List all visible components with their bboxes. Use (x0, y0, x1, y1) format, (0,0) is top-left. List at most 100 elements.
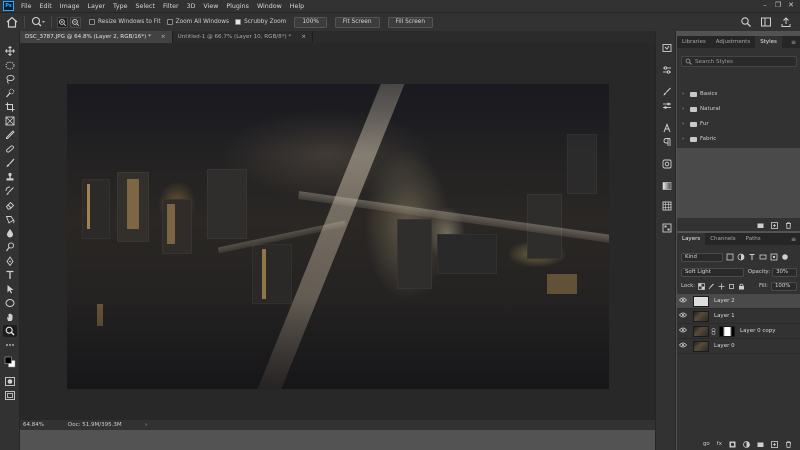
link-icon[interactable] (711, 327, 716, 335)
eyedropper-tool-icon[interactable] (3, 129, 17, 141)
layer-row-layer-0-copy[interactable]: Layer 0 copy (677, 324, 800, 339)
lock-image-icon[interactable] (708, 283, 715, 290)
zoom-out-icon[interactable] (70, 16, 81, 28)
lasso-tool-icon[interactable] (3, 73, 17, 85)
search-styles-input[interactable]: Search Styles (681, 56, 797, 67)
character-panel-icon[interactable] (661, 123, 672, 133)
lock-transparent-icon[interactable] (698, 282, 705, 290)
add-mask-icon[interactable] (729, 441, 736, 448)
scrubby-zoom-checkbox[interactable]: Scrubby Zoom (235, 19, 286, 25)
layer-row-layer-2[interactable]: Layer 2 (677, 294, 800, 309)
blur-tool-icon[interactable] (3, 227, 17, 239)
filter-toggle-icon[interactable] (781, 253, 789, 261)
edit-toolbar-icon[interactable] (3, 339, 17, 351)
photoshop-logo[interactable]: Ps (3, 1, 14, 11)
style-folder-fabric[interactable]: › Fabric (682, 134, 716, 144)
link-layers-button[interactable]: go (703, 441, 710, 447)
patterns-panel-icon[interactable] (661, 223, 672, 233)
lock-all-icon[interactable] (738, 283, 745, 290)
zoom-all-windows-checkbox[interactable]: Zoom All Windows (166, 19, 229, 25)
share-icon[interactable] (780, 16, 792, 28)
blend-mode-select[interactable]: Soft Light (681, 267, 744, 277)
menu-plugins[interactable]: Plugins (222, 3, 253, 10)
home-icon[interactable] (5, 16, 19, 28)
menu-layer[interactable]: Layer (83, 3, 109, 10)
tab-dsc-3787[interactable]: DSC_3787.JPG @ 64.8% (Layer 2, RGB/16*) … (20, 31, 173, 43)
layer-row-layer-1[interactable]: Layer 1 (677, 309, 800, 324)
type-tool-icon[interactable] (3, 269, 17, 281)
screen-mode-icon[interactable] (3, 389, 17, 401)
shape-filter-icon[interactable] (759, 253, 767, 261)
eraser-tool-icon[interactable] (3, 199, 17, 211)
gradient-tool-icon[interactable] (3, 213, 17, 225)
brush-settings-icon[interactable] (661, 87, 672, 97)
panel-menu-icon[interactable]: ≡ (791, 236, 796, 243)
menu-type[interactable]: Type (109, 3, 131, 10)
trash-icon[interactable] (785, 440, 792, 448)
menu-file[interactable]: File (17, 3, 36, 10)
hand-tool-icon[interactable] (3, 311, 17, 323)
panel-menu-icon[interactable]: ≡ (791, 39, 796, 46)
eye-icon[interactable] (677, 297, 689, 305)
close-icon[interactable]: ✕ (786, 1, 796, 10)
trash-icon[interactable] (785, 221, 792, 229)
menu-filter[interactable]: Filter (159, 3, 183, 10)
tab-styles[interactable]: Styles (755, 36, 782, 48)
style-folder-basics[interactable]: › Basics (682, 89, 717, 99)
fill-screen-button[interactable]: Fill Screen (387, 16, 434, 28)
menu-window[interactable]: Window (253, 3, 286, 10)
marquee-tool-icon[interactable] (3, 59, 17, 71)
layer-name[interactable]: Layer 0 (714, 343, 735, 349)
crop-tool-icon[interactable] (3, 101, 17, 113)
dodge-tool-icon[interactable] (3, 241, 17, 253)
lock-position-icon[interactable] (718, 283, 725, 290)
new-group-icon[interactable] (757, 441, 764, 448)
paragraph-panel-icon[interactable] (661, 137, 672, 147)
tab-adjustments[interactable]: Adjustments (711, 36, 755, 48)
swatches-panel-icon[interactable] (661, 201, 672, 211)
new-layer-icon[interactable] (771, 440, 778, 448)
eye-icon[interactable] (677, 342, 689, 350)
zoom-tool-icon[interactable] (3, 325, 17, 337)
tab-libraries[interactable]: Libraries (677, 36, 711, 48)
fill-input[interactable]: 100% (771, 281, 797, 291)
lock-artboard-icon[interactable] (728, 283, 735, 290)
menu-view[interactable]: View (199, 3, 222, 10)
maximize-icon[interactable]: ❐ (773, 1, 783, 10)
tab-untitled-1[interactable]: Untitled-1 @ 66.7% (Layer 10, RGB/8*) * … (172, 31, 313, 43)
learn-panel-icon[interactable] (661, 159, 672, 169)
menu-edit[interactable]: Edit (36, 3, 56, 10)
status-menu-icon[interactable]: › (145, 422, 147, 428)
new-group-icon[interactable] (757, 222, 764, 229)
document-image[interactable] (67, 84, 609, 389)
history-brush-tool-icon[interactable] (3, 185, 17, 197)
eye-icon[interactable] (677, 327, 689, 335)
minimize-icon[interactable]: – (760, 1, 770, 10)
gradients-panel-icon[interactable] (661, 181, 672, 191)
resize-windows-checkbox[interactable]: Resize Windows to Fit (89, 19, 161, 25)
shape-tool-icon[interactable] (3, 297, 17, 309)
adjustment-filter-icon[interactable] (737, 253, 745, 261)
pen-tool-icon[interactable] (3, 255, 17, 267)
menu-3d[interactable]: 3D (183, 3, 200, 10)
menu-help[interactable]: Help (286, 3, 308, 10)
pixel-filter-icon[interactable] (726, 253, 734, 261)
style-folder-fur[interactable]: › Fur (682, 119, 709, 129)
type-filter-icon[interactable] (748, 253, 756, 261)
menu-image[interactable]: Image (56, 3, 84, 10)
properties-panel-icon[interactable] (661, 101, 672, 111)
quick-mask-icon[interactable] (3, 375, 17, 387)
zoom-percent-button[interactable]: 100% (294, 16, 327, 28)
quick-selection-tool-icon[interactable] (3, 87, 17, 99)
fit-screen-button[interactable]: Fit Screen (334, 16, 380, 28)
layer-row-layer-0[interactable]: Layer 0 (677, 339, 800, 354)
zoom-in-icon[interactable] (57, 16, 68, 28)
zoom-level[interactable]: 64.84% (20, 422, 50, 428)
layer-name[interactable]: Layer 2 (714, 298, 735, 304)
eye-icon[interactable] (677, 312, 689, 320)
menu-select[interactable]: Select (132, 3, 159, 10)
close-tab-icon[interactable]: × (301, 31, 306, 43)
add-layer-style-button[interactable]: fx (717, 441, 722, 447)
color-swatches-icon[interactable] (3, 355, 17, 369)
move-tool-icon[interactable] (3, 45, 17, 57)
